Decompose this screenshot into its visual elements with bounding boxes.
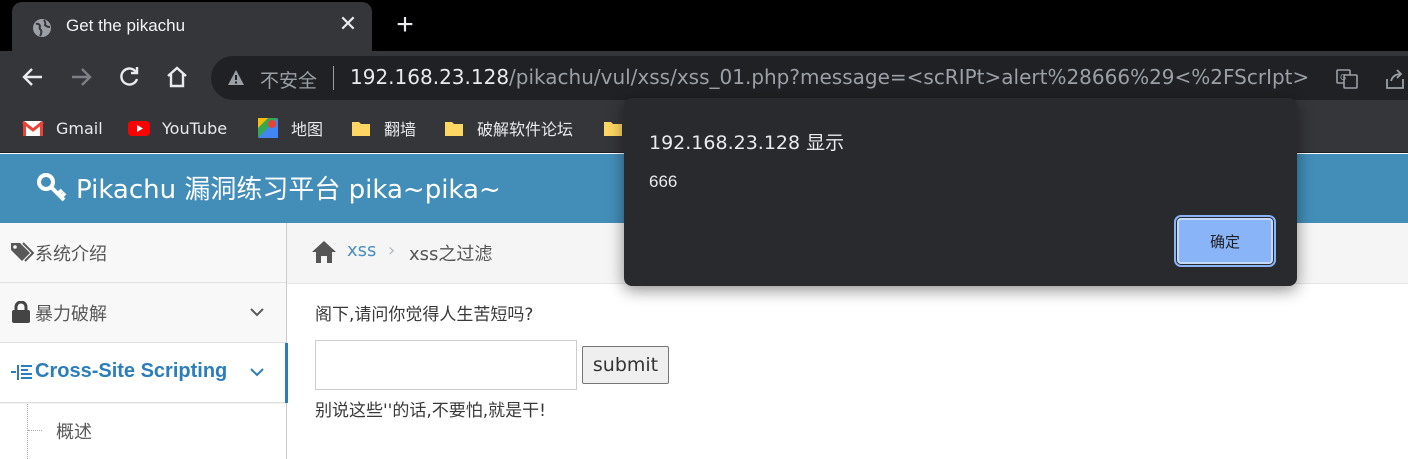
bookmark-folder-fanqiang[interactable]: 翻墙	[350, 115, 416, 141]
back-arrow-icon[interactable]	[20, 64, 46, 90]
bookmark-maps[interactable]: 地图	[257, 115, 323, 141]
address-bar[interactable]: 不安全 192.168.23.128/pikachu/vul/xss/xss_0…	[211, 56, 1408, 100]
lock-icon	[12, 301, 30, 323]
main-content: 阁下,请问你觉得人生苦短吗? submit 别说这些''的话,不要怕,就是干!	[287, 284, 1408, 459]
bookmark-label: Gmail	[56, 118, 103, 138]
question-text: 阁下,请问你觉得人生苦短吗?	[315, 305, 534, 325]
home-icon[interactable]	[311, 240, 337, 264]
svg-text:G: G	[1340, 73, 1346, 82]
result-text: 别说这些''的话,不要怕,就是干!	[315, 401, 546, 421]
dialog-title: 192.168.23.128 显示	[649, 132, 845, 154]
bookmark-folder-crack-forum[interactable]: 破解软件论坛	[443, 115, 573, 141]
security-label[interactable]: 不安全	[260, 66, 317, 93]
globe-icon	[33, 19, 51, 37]
chevron-down-icon	[250, 308, 264, 317]
folder-icon	[352, 122, 370, 136]
ok-button[interactable]: 确定	[1174, 215, 1276, 267]
browser-toolbar: 不安全 192.168.23.128/pikachu/vul/xss/xss_0…	[0, 51, 1408, 103]
brand[interactable]: Pikachu 漏洞练习平台 pika~pika~	[36, 169, 501, 206]
folder-icon	[604, 122, 622, 136]
bookmark-gmail[interactable]: Gmail	[22, 115, 103, 141]
alert-dialog: 192.168.23.128 显示 666 确定	[624, 98, 1297, 286]
sidebar-submenu: 概述	[0, 404, 286, 459]
folder-icon	[445, 122, 463, 136]
gmail-icon	[22, 120, 44, 136]
translate-icon[interactable]: G	[1335, 67, 1359, 91]
sidebar-item-brute-force[interactable]: 暴力破解	[0, 283, 286, 343]
url-text[interactable]: 192.168.23.128/pikachu/vul/xss/xss_01.ph…	[350, 65, 1310, 89]
key-icon	[37, 172, 67, 201]
tab-strip: Get the pikachu ✕ +	[0, 0, 1408, 51]
share-icon[interactable]	[1383, 67, 1407, 91]
chevron-down-icon	[250, 368, 264, 377]
browser-tab[interactable]: Get the pikachu ✕	[12, 2, 372, 51]
bookmark-label: 破解软件论坛	[477, 120, 574, 139]
breadcrumb-link-xss[interactable]: xss	[347, 240, 376, 261]
bookmark-label: YouTube	[162, 118, 228, 138]
close-icon[interactable]: ✕	[337, 14, 359, 36]
url-path: /pikachu/vul/xss/xss_01.php?message=<scR…	[509, 65, 1310, 89]
breadcrumb-separator: ›	[388, 240, 396, 261]
sidebar-item-label: 系统介绍	[35, 244, 107, 265]
reload-icon[interactable]	[116, 64, 142, 90]
warning-icon[interactable]	[227, 69, 245, 87]
bookmark-label: 翻墙	[384, 120, 417, 139]
sidebar-item-system-intro[interactable]: 系统介绍	[0, 223, 286, 283]
tree-line	[27, 404, 28, 459]
sidebar-item-label: Cross-Site Scripting	[35, 360, 228, 382]
breadcrumb-current: xss之过滤	[409, 244, 493, 265]
brand-title: Pikachu 漏洞练习平台 pika~pika~	[76, 175, 501, 205]
sidebar-item-label: 暴力破解	[35, 304, 107, 325]
bookmark-youtube[interactable]: YouTube	[128, 115, 227, 141]
sidebar-item-xss[interactable]: Cross-Site Scripting	[0, 343, 288, 403]
home-icon[interactable]	[164, 64, 190, 90]
new-tab-button[interactable]: +	[392, 10, 418, 40]
tags-icon	[11, 242, 34, 262]
sidebar: 系统介绍 暴力破解 Cross-Site Scripting 概述	[0, 223, 288, 459]
url-host: 192.168.23.128	[350, 65, 510, 89]
list-icon	[11, 365, 32, 380]
submit-button[interactable]: submit	[582, 346, 669, 384]
omnibox-divider	[333, 66, 334, 90]
dialog-message: 666	[649, 172, 678, 191]
forward-arrow-icon[interactable]	[68, 64, 94, 90]
tree-branch	[28, 430, 42, 431]
sidebar-subitem-overview[interactable]: 概述	[56, 418, 92, 444]
bookmark-label: 地图	[291, 120, 324, 139]
tab-title: Get the pikachu	[66, 16, 186, 35]
message-input[interactable]	[315, 340, 577, 390]
maps-icon	[258, 118, 278, 138]
youtube-icon	[128, 121, 150, 136]
